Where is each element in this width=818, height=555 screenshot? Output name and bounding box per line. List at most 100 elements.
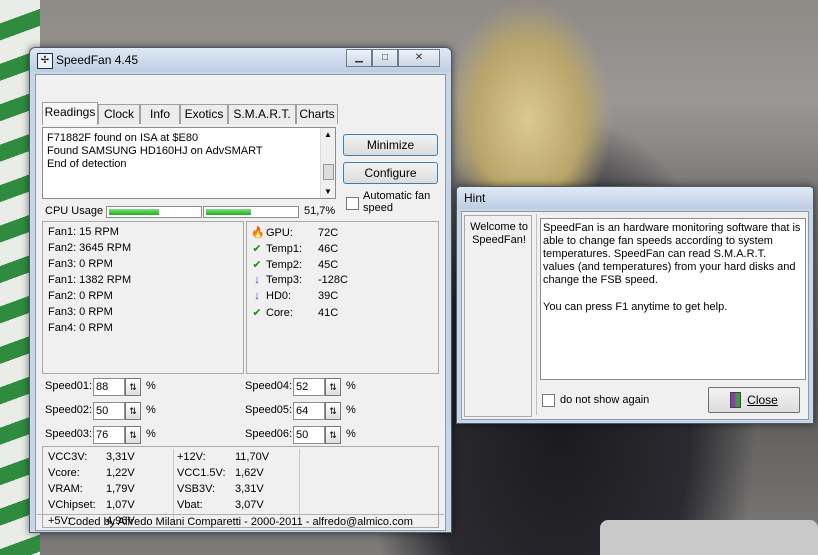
voltage-name: Vcore: (48, 467, 80, 479)
voltage-name: VCC1.5V: (177, 467, 226, 479)
cpu-usage-label: CPU Usage (45, 205, 104, 217)
hint-client-area: Welcome to SpeedFan! SpeedFan is an hard… (461, 211, 809, 420)
automatic-fan-speed-checkbox[interactable] (346, 197, 359, 210)
speedfan-app-icon: ✢ (37, 53, 53, 69)
temp-name: Temp3: (266, 274, 303, 286)
hint-titlebar[interactable]: Hint (457, 187, 813, 209)
fan-readings-panel: Fan1: 15 RPM Fan2: 3645 RPM Fan3: 0 RPM … (42, 221, 244, 374)
fan-reading: Fan4: 0 RPM (48, 322, 113, 334)
voltage-name: Vbat: (177, 499, 203, 511)
speed01-input[interactable]: 88 (93, 378, 125, 396)
temp-row-temp2: ✔ Temp2: 45C (251, 258, 338, 271)
hint-close-button[interactable]: Close (708, 387, 800, 413)
speedfan-titlebar[interactable]: ✢ SpeedFan 4.45 ▁ □ ✕ (30, 48, 451, 72)
log-line: F71882F found on ISA at $E80 (47, 132, 199, 144)
speed02-input[interactable]: 50 (93, 402, 125, 420)
hint-text-box[interactable]: SpeedFan is an hardware monitoring softw… (540, 218, 806, 380)
speed03-spinner[interactable]: ⇅ (125, 426, 141, 444)
maximize-window-button[interactable]: □ (372, 49, 398, 67)
speed02-unit: % (146, 404, 156, 416)
speed05-unit: % (346, 404, 356, 416)
voltage-name: VRAM: (48, 483, 83, 495)
minimize-window-button[interactable]: ▁ (346, 49, 372, 67)
speed04-input[interactable]: 52 (293, 378, 325, 396)
temp-name: Core: (266, 307, 293, 319)
fan-reading: Fan3: 0 RPM (48, 306, 113, 318)
voltage-value: 1,79V (106, 483, 135, 495)
temperature-readings-panel: 🔥GPU: 72C ✔ Temp1: 46C ✔ Temp2: 45C ↓ Temp3: -1… (246, 221, 439, 374)
speed02-label: Speed02: (45, 404, 93, 416)
updown-arrows-icon: ⇅ (129, 406, 137, 416)
log-scrollbar[interactable]: ▲ ▼ (320, 128, 335, 198)
do-not-show-again-checkbox[interactable] (542, 394, 555, 407)
speed04-spinner[interactable]: ⇅ (325, 378, 341, 396)
door-exit-icon (730, 392, 742, 408)
speed01-spinner[interactable]: ⇅ (125, 378, 141, 396)
speed05-input[interactable]: 64 (293, 402, 325, 420)
temp-row-core: ✔ Core: 41C (251, 306, 338, 319)
voltage-value: 1,22V (106, 467, 135, 479)
hint-paragraph-1: SpeedFan is an hardware monitoring softw… (543, 222, 801, 286)
speed05-label: Speed05: (245, 404, 293, 416)
welcome-text: Welcome to SpeedFan! (470, 221, 528, 246)
do-not-show-again-label: do not show again (560, 394, 650, 406)
temp-value: 41C (318, 307, 339, 319)
tab-readings[interactable]: Readings (42, 102, 98, 125)
fan-reading: Fan2: 3645 RPM (48, 242, 132, 254)
fan-reading: Fan1: 1382 RPM (48, 274, 132, 286)
scroll-up-arrow-icon[interactable]: ▲ (324, 130, 332, 139)
speed06-input[interactable]: 50 (293, 426, 325, 444)
minimize-button[interactable]: Minimize (343, 134, 438, 156)
tab-clock[interactable]: Clock (98, 104, 140, 124)
speed04-label: Speed04: (245, 380, 293, 392)
down-arrow-icon: ↓ (254, 290, 260, 302)
speed06-label: Speed06: (245, 428, 293, 440)
speed01-unit: % (146, 380, 156, 392)
detection-log[interactable]: F71882F found on ISA at $E80 Found SAMSU… (42, 127, 336, 199)
speed03-input[interactable]: 76 (93, 426, 125, 444)
scroll-down-arrow-icon[interactable]: ▼ (324, 187, 332, 196)
background-car (600, 520, 818, 555)
speed02-spinner[interactable]: ⇅ (125, 402, 141, 420)
close-button-label: Close (747, 393, 778, 407)
cpu-core2-bar (203, 206, 299, 218)
tab-smart[interactable]: S.M.A.R.T. (228, 104, 296, 124)
scroll-thumb[interactable] (323, 164, 334, 180)
temp-name: GPU: (266, 227, 293, 239)
window-title: SpeedFan 4.45 (56, 53, 139, 67)
temp-value: 39C (318, 290, 339, 302)
tab-info[interactable]: Info (140, 104, 180, 124)
tab-charts[interactable]: Charts (296, 104, 338, 124)
close-window-button[interactable]: ✕ (398, 49, 440, 67)
configure-button[interactable]: Configure (343, 162, 438, 184)
tab-exotics[interactable]: Exotics (180, 104, 228, 124)
temp-row-temp3: ↓ Temp3: -128C (251, 274, 348, 286)
temp-name: Temp1: (266, 243, 303, 255)
updown-arrows-icon: ⇅ (129, 430, 137, 440)
log-line: Found SAMSUNG HD160HJ on AdvSMART (47, 145, 263, 157)
speed06-spinner[interactable]: ⇅ (325, 426, 341, 444)
temp-value: 46C (318, 243, 339, 255)
voltage-name: VSB3V: (177, 483, 216, 495)
speedfan-client-area: Readings Clock Info Exotics S.M.A.R.T. C… (35, 74, 446, 531)
temp-row-hd0: ↓ HD0: 39C (251, 290, 338, 302)
speed04-unit: % (346, 380, 356, 392)
temp-name: HD0: (266, 290, 292, 302)
hint-text-divider (536, 214, 537, 415)
voltage-name: VChipset: (48, 499, 96, 511)
temp-name: Temp2: (266, 259, 303, 271)
updown-arrows-icon: ⇅ (129, 382, 137, 392)
speed03-unit: % (146, 428, 156, 440)
cpu-core1-bar (106, 206, 202, 218)
fan-reading: Fan2: 0 RPM (48, 290, 113, 302)
speed05-spinner[interactable]: ⇅ (325, 402, 341, 420)
fan-reading: Fan1: 15 RPM (48, 226, 119, 238)
voltage-value: 3,07V (235, 499, 264, 511)
updown-arrows-icon: ⇅ (329, 430, 337, 440)
credits-text: Coded by Alfredo Milani Comparetti - 200… (68, 516, 413, 528)
speed03-label: Speed03: (45, 428, 93, 440)
hint-paragraph-2: You can press F1 anytime to get help. (543, 301, 728, 313)
voltage-value: 1,07V (106, 499, 135, 511)
voltage-column-divider (299, 449, 300, 523)
checkmark-icon: ✔ (252, 243, 262, 255)
